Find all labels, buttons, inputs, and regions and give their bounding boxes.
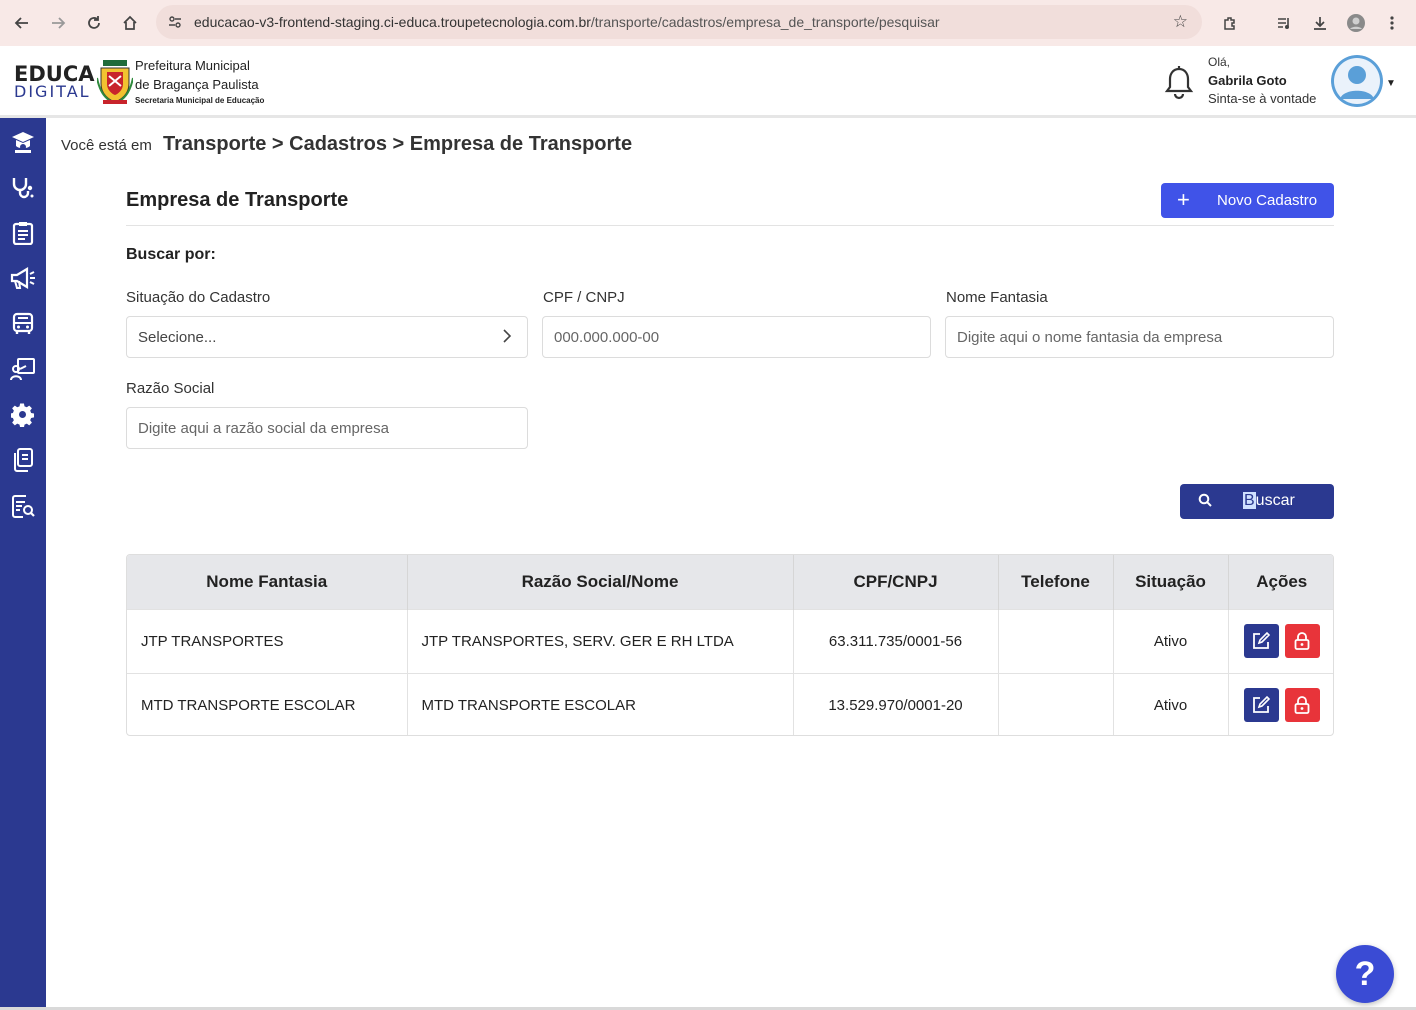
bookmark-star-icon[interactable]: ☆ — [1173, 12, 1188, 32]
plus-icon: + — [1177, 187, 1190, 212]
table-header-row: Nome Fantasia Razão Social/Nome CPF/CNPJ… — [127, 555, 1333, 609]
chevron-right-icon — [501, 329, 513, 343]
reload-icon[interactable] — [80, 9, 108, 37]
cell-telefone — [998, 608, 1114, 673]
url-path: /transporte/cadastros/empresa_de_transpo… — [590, 14, 940, 30]
situacao-label: Situação do Cadastro — [126, 289, 271, 306]
stethoscope-icon[interactable] — [9, 173, 37, 201]
column-header[interactable]: Razão Social/Nome — [407, 555, 794, 609]
search-icon — [1198, 493, 1214, 509]
menu-kebab-icon[interactable] — [1378, 9, 1406, 37]
greeting: Olá, — [1208, 55, 1231, 69]
prefeitura-name-line2: de Bragança Paulista — [135, 77, 259, 92]
cell-cpf-cnpj: 13.529.970/0001-20 — [793, 672, 999, 735]
breadcrumb-prefix: Você está em — [61, 137, 152, 154]
help-button[interactable]: ? — [1336, 945, 1394, 1003]
nome-fantasia-label: Nome Fantasia — [946, 289, 1048, 306]
cell-situacao: Ativo — [1113, 608, 1229, 673]
cpf-cnpj-input[interactable] — [542, 316, 931, 358]
lock-button[interactable] — [1284, 624, 1320, 658]
cpf-cnpj-label: CPF / CNPJ — [543, 289, 625, 306]
lock-icon — [1294, 696, 1310, 715]
teacher-board-icon[interactable] — [9, 355, 37, 383]
profile-icon[interactable] — [1342, 9, 1370, 37]
table-row: MTD TRANSPORTE ESCOLAR MTD TRANSPORTE ES… — [127, 672, 1333, 735]
report-search-icon[interactable] — [9, 492, 37, 520]
cell-razao-social: MTD TRANSPORTE ESCOLAR — [407, 672, 794, 735]
situacao-select-value: Selecione... — [138, 328, 217, 346]
graduation-icon[interactable] — [9, 128, 37, 156]
edit-button[interactable] — [1243, 624, 1279, 658]
forward-icon[interactable] — [44, 9, 72, 37]
situacao-select[interactable]: Selecione... — [126, 316, 528, 358]
user-name: Gabrila Goto — [1208, 73, 1287, 88]
sidebar — [0, 118, 46, 1010]
cell-razao-social: JTP TRANSPORTES, SERV. GER E RH LTDA — [407, 608, 794, 673]
documents-icon[interactable] — [9, 446, 37, 474]
edit-icon — [1253, 631, 1271, 649]
edit-icon — [1253, 696, 1271, 714]
column-header[interactable]: Situação — [1113, 555, 1229, 609]
column-header[interactable]: CPF/CNPJ — [793, 555, 999, 609]
title-divider — [126, 225, 1334, 226]
breadcrumb: Transporte > Cadastros > Empresa de Tran… — [163, 133, 633, 155]
search-button-label: Buscar — [1243, 492, 1295, 509]
back-icon[interactable] — [8, 9, 36, 37]
search-button[interactable]: Buscar — [1180, 484, 1334, 519]
razao-social-input[interactable] — [126, 407, 528, 449]
razao-social-label: Razão Social — [126, 380, 215, 397]
cell-actions — [1228, 672, 1333, 735]
cell-nome-fantasia: MTD TRANSPORTE ESCOLAR — [127, 672, 408, 735]
column-header: Ações — [1228, 555, 1333, 609]
lock-icon — [1294, 632, 1310, 650]
extensions-icon[interactable] — [1216, 9, 1244, 37]
address-bar[interactable]: educacao-v3-frontend-staging.ci-educa.tr… — [156, 5, 1202, 39]
nome-fantasia-input[interactable] — [945, 316, 1334, 358]
results-table: Nome Fantasia Razão Social/Nome CPF/CNPJ… — [126, 554, 1334, 736]
user-avatar[interactable] — [1331, 55, 1383, 107]
browser-toolbar: educacao-v3-frontend-staging.ci-educa.tr… — [0, 0, 1416, 46]
cell-situacao: Ativo — [1113, 672, 1229, 735]
user-menu-caret-icon[interactable]: ▼ — [1386, 78, 1396, 89]
logo-digital[interactable]: DIGITAL — [14, 82, 91, 101]
column-header[interactable]: Telefone — [998, 555, 1114, 609]
bus-icon[interactable] — [9, 310, 37, 338]
media-control-icon[interactable] — [1270, 9, 1298, 37]
search-heading: Buscar por: — [126, 246, 216, 263]
table-row: JTP TRANSPORTES JTP TRANSPORTES, SERV. G… — [127, 608, 1333, 673]
cell-nome-fantasia: JTP TRANSPORTES — [127, 608, 408, 673]
edit-button[interactable] — [1243, 688, 1279, 723]
home-icon[interactable] — [116, 9, 144, 37]
greeting-subtitle: Sinta-se à vontade — [1208, 91, 1317, 106]
new-record-button[interactable]: + Novo Cadastro — [1161, 183, 1334, 218]
logo-educa[interactable]: EDUCA — [14, 64, 95, 85]
notification-bell-icon[interactable] — [1164, 66, 1194, 100]
cell-cpf-cnpj: 63.311.735/0001-56 — [793, 608, 999, 673]
prefeitura-name-line1: Prefeitura Municipal — [135, 58, 250, 73]
site-settings-icon[interactable] — [166, 13, 184, 31]
url-domain: educacao-v3-frontend-staging.ci-educa.tr… — [194, 14, 591, 30]
lock-button[interactable] — [1284, 688, 1320, 723]
cell-actions — [1228, 608, 1333, 673]
cell-telefone — [998, 672, 1114, 735]
gear-icon[interactable] — [9, 401, 37, 429]
new-record-label: Novo Cadastro — [1217, 192, 1318, 209]
municipal-crest-icon — [96, 58, 134, 106]
app-header: EDUCA DIGITAL Prefeitura Municipal de Br… — [0, 46, 1416, 118]
clipboard-icon[interactable] — [9, 219, 37, 247]
page-title: Empresa de Transporte — [126, 189, 349, 211]
download-icon[interactable] — [1306, 9, 1334, 37]
column-header[interactable]: Nome Fantasia — [127, 555, 408, 609]
megaphone-icon[interactable] — [9, 264, 37, 292]
secretaria-name: Secretaria Municipal de Educação — [135, 96, 265, 105]
